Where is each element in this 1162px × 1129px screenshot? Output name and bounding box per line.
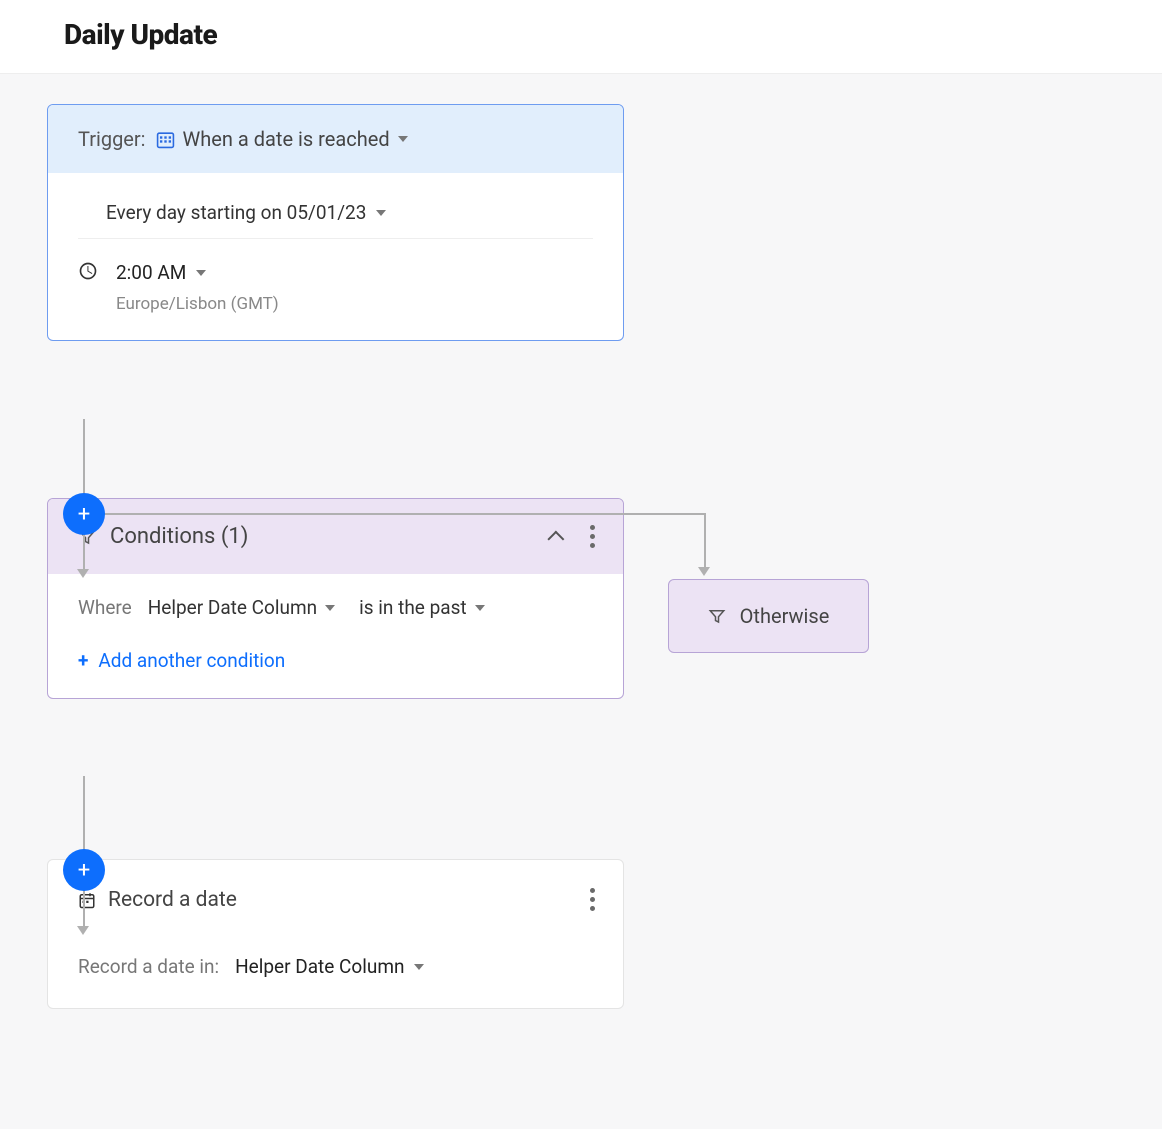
conditions-menu-button[interactable] xyxy=(586,521,599,552)
condition-row: Where Helper Date Column is in the past xyxy=(78,596,593,619)
action-field-select[interactable]: Helper Date Column xyxy=(235,955,424,978)
workflow-canvas: + + Trigger: When a date is reached Ever… xyxy=(0,73,1162,1129)
condition-operator-value: is in the past xyxy=(359,596,466,619)
chevron-down-icon xyxy=(325,605,335,611)
connector-line xyxy=(103,513,705,515)
chevron-down-icon xyxy=(414,964,424,970)
filter-icon xyxy=(708,607,726,625)
chevron-down-icon xyxy=(196,270,206,276)
chevron-down-icon xyxy=(398,136,408,142)
calendar-icon xyxy=(78,891,96,909)
where-label: Where xyxy=(78,596,132,619)
trigger-body: Every day starting on 05/01/23 2:00 AM E… xyxy=(48,173,623,340)
condition-field-value: Helper Date Column xyxy=(148,596,317,619)
trigger-type-select[interactable]: When a date is reached xyxy=(156,127,408,151)
trigger-schedule-text: Every day starting on 05/01/23 xyxy=(106,201,366,224)
connector-line xyxy=(704,513,706,571)
connector-arrow xyxy=(77,926,89,935)
conditions-header: Conditions (1) xyxy=(48,499,623,574)
action-field-value: Helper Date Column xyxy=(235,955,404,978)
clock-icon xyxy=(78,261,98,281)
chevron-down-icon xyxy=(475,605,485,611)
conditions-body: Where Helper Date Column is in the past … xyxy=(48,574,623,698)
page-header: Daily Update xyxy=(0,0,1162,73)
conditions-card: Conditions (1) Where Helper Date Column … xyxy=(47,498,624,699)
plus-icon: + xyxy=(78,649,88,672)
conditions-title: Conditions (1) xyxy=(110,524,248,549)
trigger-timezone: Europe/Lisbon (GMT) xyxy=(116,294,279,314)
trigger-time-value: 2:00 AM xyxy=(116,261,186,284)
trigger-card: Trigger: When a date is reached Every da… xyxy=(47,104,624,341)
trigger-schedule-select[interactable]: Every day starting on 05/01/23 xyxy=(78,187,593,239)
page-title: Daily Update xyxy=(64,18,1098,51)
otherwise-label: Otherwise xyxy=(740,604,830,628)
trigger-type-label: When a date is reached xyxy=(183,127,390,151)
chevron-down-icon xyxy=(376,210,386,216)
trigger-time-select[interactable]: 2:00 AM xyxy=(116,261,279,284)
action-body: Record a date in: Helper Date Column xyxy=(48,925,623,1008)
collapse-toggle[interactable] xyxy=(552,524,564,549)
action-title: Record a date xyxy=(108,888,237,912)
condition-field-select[interactable]: Helper Date Column xyxy=(148,596,335,619)
connector-arrow xyxy=(77,569,89,578)
action-menu-button[interactable] xyxy=(586,884,599,915)
action-card: Record a date Record a date in: Helper D… xyxy=(47,859,624,1009)
add-condition-button[interactable]: + Add another condition xyxy=(78,649,593,672)
action-field-label: Record a date in: xyxy=(78,955,219,978)
calendar-grid-icon xyxy=(156,130,175,149)
action-header: Record a date xyxy=(48,860,623,925)
trigger-header: Trigger: When a date is reached xyxy=(48,105,623,173)
add-condition-label: Add another condition xyxy=(98,649,285,672)
otherwise-card[interactable]: Otherwise xyxy=(668,579,869,653)
add-step-button[interactable]: + xyxy=(63,493,105,535)
add-step-button[interactable]: + xyxy=(63,849,105,891)
trigger-label: Trigger: xyxy=(78,127,146,151)
condition-operator-select[interactable]: is in the past xyxy=(359,596,484,619)
connector-arrow xyxy=(698,567,710,576)
